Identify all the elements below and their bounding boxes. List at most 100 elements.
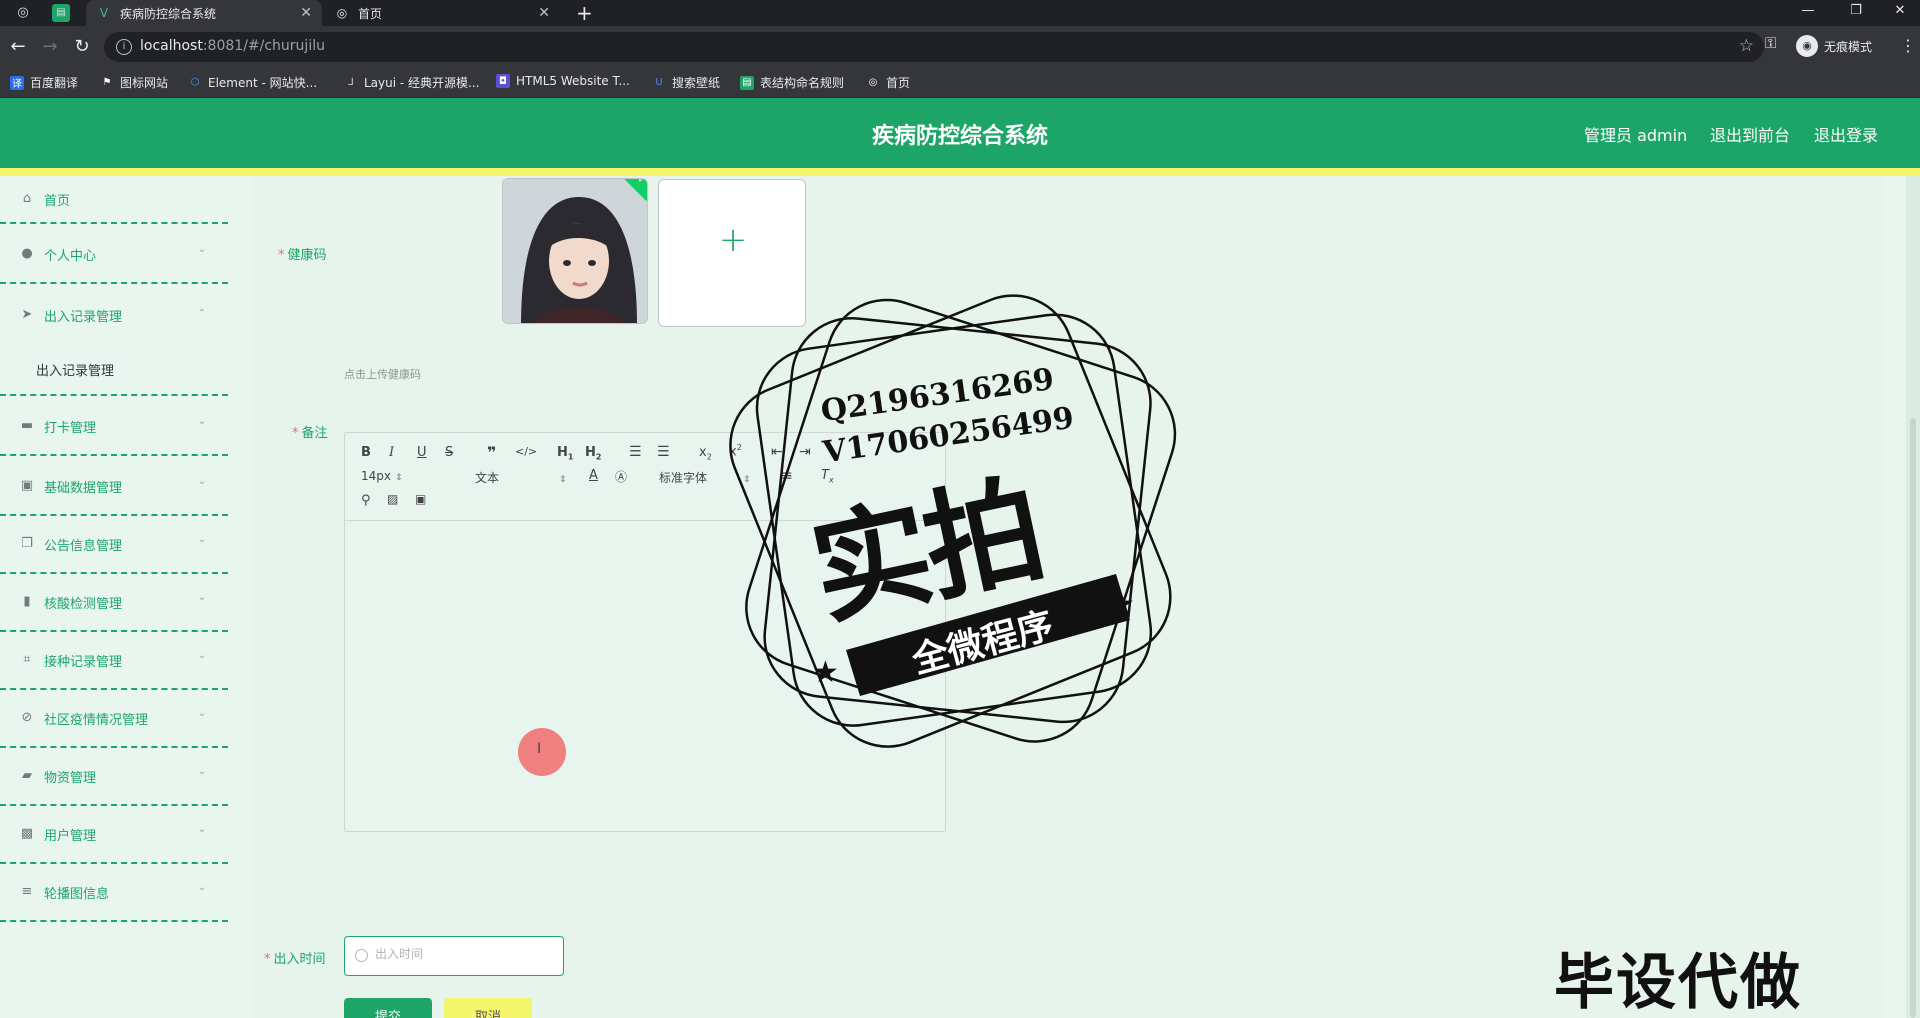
background-color-icon[interactable]: Ⓐ: [615, 468, 627, 485]
sidebar-item-nucleic-test[interactable]: ▮ 核酸检测管理 ⌄: [0, 574, 228, 632]
globe-icon: ◎: [336, 6, 348, 20]
tab-main[interactable]: V 疾病防控综合系统 ✕: [86, 0, 322, 26]
tab-home[interactable]: ◎ 首页 ✕: [324, 0, 560, 26]
svg-text:★: ★: [812, 655, 839, 690]
upload-hint: 点击上传健康码: [344, 368, 421, 381]
cancel-button[interactable]: 取消: [444, 998, 532, 1018]
info-icon[interactable]: i: [116, 39, 132, 55]
link-icon[interactable]: ⚲: [361, 493, 371, 508]
time-input[interactable]: [375, 947, 555, 961]
chevron-down-icon: ⌄: [197, 534, 206, 545]
health-code-image[interactable]: ✓: [502, 178, 648, 324]
tab-label: 首页: [358, 6, 383, 21]
chevron-down-icon: ⌄: [197, 592, 206, 603]
sidebar-item-checkin[interactable]: ▬ 打卡管理 ⌄: [0, 398, 228, 456]
time-label: * 出入时间: [264, 952, 326, 967]
time-field[interactable]: [344, 936, 564, 976]
sidebar-subitem-access-records[interactable]: 出入记录管理: [0, 344, 228, 396]
incognito-indicator[interactable]: ◉ 无痕模式: [1796, 35, 1872, 57]
scrollbar-thumb[interactable]: [1910, 418, 1916, 1018]
close-icon[interactable]: ✕: [538, 5, 550, 21]
underline-icon[interactable]: U: [417, 445, 427, 460]
key-icon[interactable]: ⚿: [1765, 34, 1776, 52]
new-tab-icon[interactable]: +: [576, 0, 593, 26]
sidebar-item-users[interactable]: ▩ 用户管理 ⌄: [0, 806, 228, 864]
star-icon[interactable]: ☆: [1739, 36, 1754, 56]
sidebar-item-community-epidemic[interactable]: ⊘ 社区疫情情况管理 ⌄: [0, 690, 228, 748]
html5-icon: ◘: [496, 74, 510, 88]
menu-kebab-icon[interactable]: ⋮: [1900, 36, 1916, 55]
svg-text:★: ★: [1108, 587, 1135, 622]
close-icon[interactable]: ✕: [300, 5, 312, 21]
h1-icon[interactable]: H1: [557, 445, 573, 462]
bold-icon[interactable]: B: [361, 445, 371, 460]
sidebar-item-profile[interactable]: ● 个人中心 ⌄: [0, 226, 228, 284]
quote-icon[interactable]: ❞: [487, 443, 496, 462]
bell-off-icon: ⊘: [21, 710, 33, 725]
bullet-list-icon[interactable]: ☰: [657, 444, 670, 460]
layui-icon: ⅃: [348, 77, 354, 88]
chevron-up-icon: ⌃: [197, 308, 206, 319]
clipboard-icon: ▣: [20, 478, 34, 493]
window-close-icon[interactable]: ✕: [1880, 0, 1920, 22]
user-label: 管理员 admin: [1584, 126, 1688, 145]
font-size-select[interactable]: 14px ⇕: [361, 469, 403, 483]
sidebar-item-access-records[interactable]: ➤ 出入记录管理 ⌃: [0, 286, 228, 344]
translate-icon: 译: [10, 75, 24, 90]
plus-icon: +: [718, 220, 748, 260]
ordered-list-icon[interactable]: ☰: [629, 444, 642, 460]
user-badge-icon: ▩: [20, 826, 34, 841]
logout-link[interactable]: 退出登录: [1814, 122, 1878, 146]
minimize-icon[interactable]: —: [1788, 0, 1828, 22]
sidebar-item-vaccination[interactable]: ⌗ 接种记录管理 ⌄: [0, 632, 228, 690]
bookmark-item[interactable]: ◎ 首页: [866, 74, 910, 91]
text-cursor-icon: I: [537, 741, 542, 757]
crop-icon: ⌗: [23, 652, 31, 667]
bookmark-item[interactable]: ⅃ Layui - 经典开源模...: [344, 74, 479, 91]
user-icon: ●: [21, 246, 33, 261]
mouse-cursor-indicator: I: [518, 728, 566, 776]
sidebar-item-carousel[interactable]: ≡ 轮播图信息 ⌄: [0, 864, 228, 922]
sidebar-item-home[interactable]: ⌂ 首页: [0, 176, 228, 224]
bookmark-item[interactable]: ▤ 表结构命名规则: [740, 74, 844, 91]
italic-icon[interactable]: I: [389, 445, 394, 460]
image-icon[interactable]: ▨: [387, 492, 398, 506]
sidebar-item-supplies[interactable]: ▰ 物资管理 ⌄: [0, 748, 228, 806]
block-type-select[interactable]: 文本 ⇕: [475, 469, 567, 486]
bookmark-item[interactable]: U 搜索壁纸: [652, 74, 720, 91]
bookmark-item[interactable]: ⚑ 图标网站: [100, 74, 169, 91]
subscript-icon[interactable]: x2: [699, 445, 712, 462]
reload-icon[interactable]: ↻: [70, 35, 94, 59]
chevron-down-icon: ⌄: [197, 766, 206, 777]
bookmark-item[interactable]: 译百度翻译: [10, 74, 78, 91]
app-favicon-icon[interactable]: ▤: [52, 4, 70, 22]
vue-icon: V: [99, 6, 109, 20]
restore-icon[interactable]: ❐: [1836, 0, 1876, 22]
video-icon[interactable]: ▣: [415, 492, 426, 506]
sliders-icon: ≡: [21, 884, 33, 899]
code-icon[interactable]: </>: [515, 445, 537, 458]
chevron-down-icon: ⌄: [197, 708, 206, 719]
incognito-icon: ◉: [1796, 35, 1818, 57]
url-text[interactable]: localhost:8081/#/churujilu: [140, 38, 325, 54]
sidebar-item-basic-data[interactable]: ▣ 基础数据管理 ⌄: [0, 458, 228, 516]
sidebar-item-notices[interactable]: ❐ 公告信息管理 ⌄: [0, 516, 228, 574]
globe-icon: ◎: [868, 77, 878, 88]
tab-label: 疾病防控综合系统: [120, 6, 217, 21]
back-icon[interactable]: ←: [6, 35, 30, 59]
bookmark-item[interactable]: ⬡ Element - 网站快...: [188, 74, 317, 91]
chevron-down-icon: ⌄: [197, 824, 206, 835]
browser-tabstrip: ◎ ▤ V 疾病防控综合系统 ✕ ◎ 首页 ✕ + — ❐ ✕: [0, 0, 1920, 26]
bar-chart-icon: ▮: [23, 594, 31, 609]
chevron-down-icon: ⌄: [197, 650, 206, 661]
bookmark-item[interactable]: ◘ HTML5 Website T...: [496, 74, 630, 88]
front-link[interactable]: 退出到前台: [1710, 122, 1790, 146]
send-icon: ➤: [21, 307, 33, 322]
globe-icon[interactable]: ◎: [14, 4, 32, 22]
forward-icon[interactable]: →: [38, 35, 62, 59]
font-color-icon[interactable]: A: [589, 468, 598, 483]
h2-icon[interactable]: H2: [585, 445, 601, 462]
strikethrough-icon[interactable]: S: [445, 445, 453, 460]
address-bar[interactable]: i localhost:8081/#/churujilu ☆: [104, 32, 1764, 62]
submit-button[interactable]: 提交: [344, 998, 432, 1018]
